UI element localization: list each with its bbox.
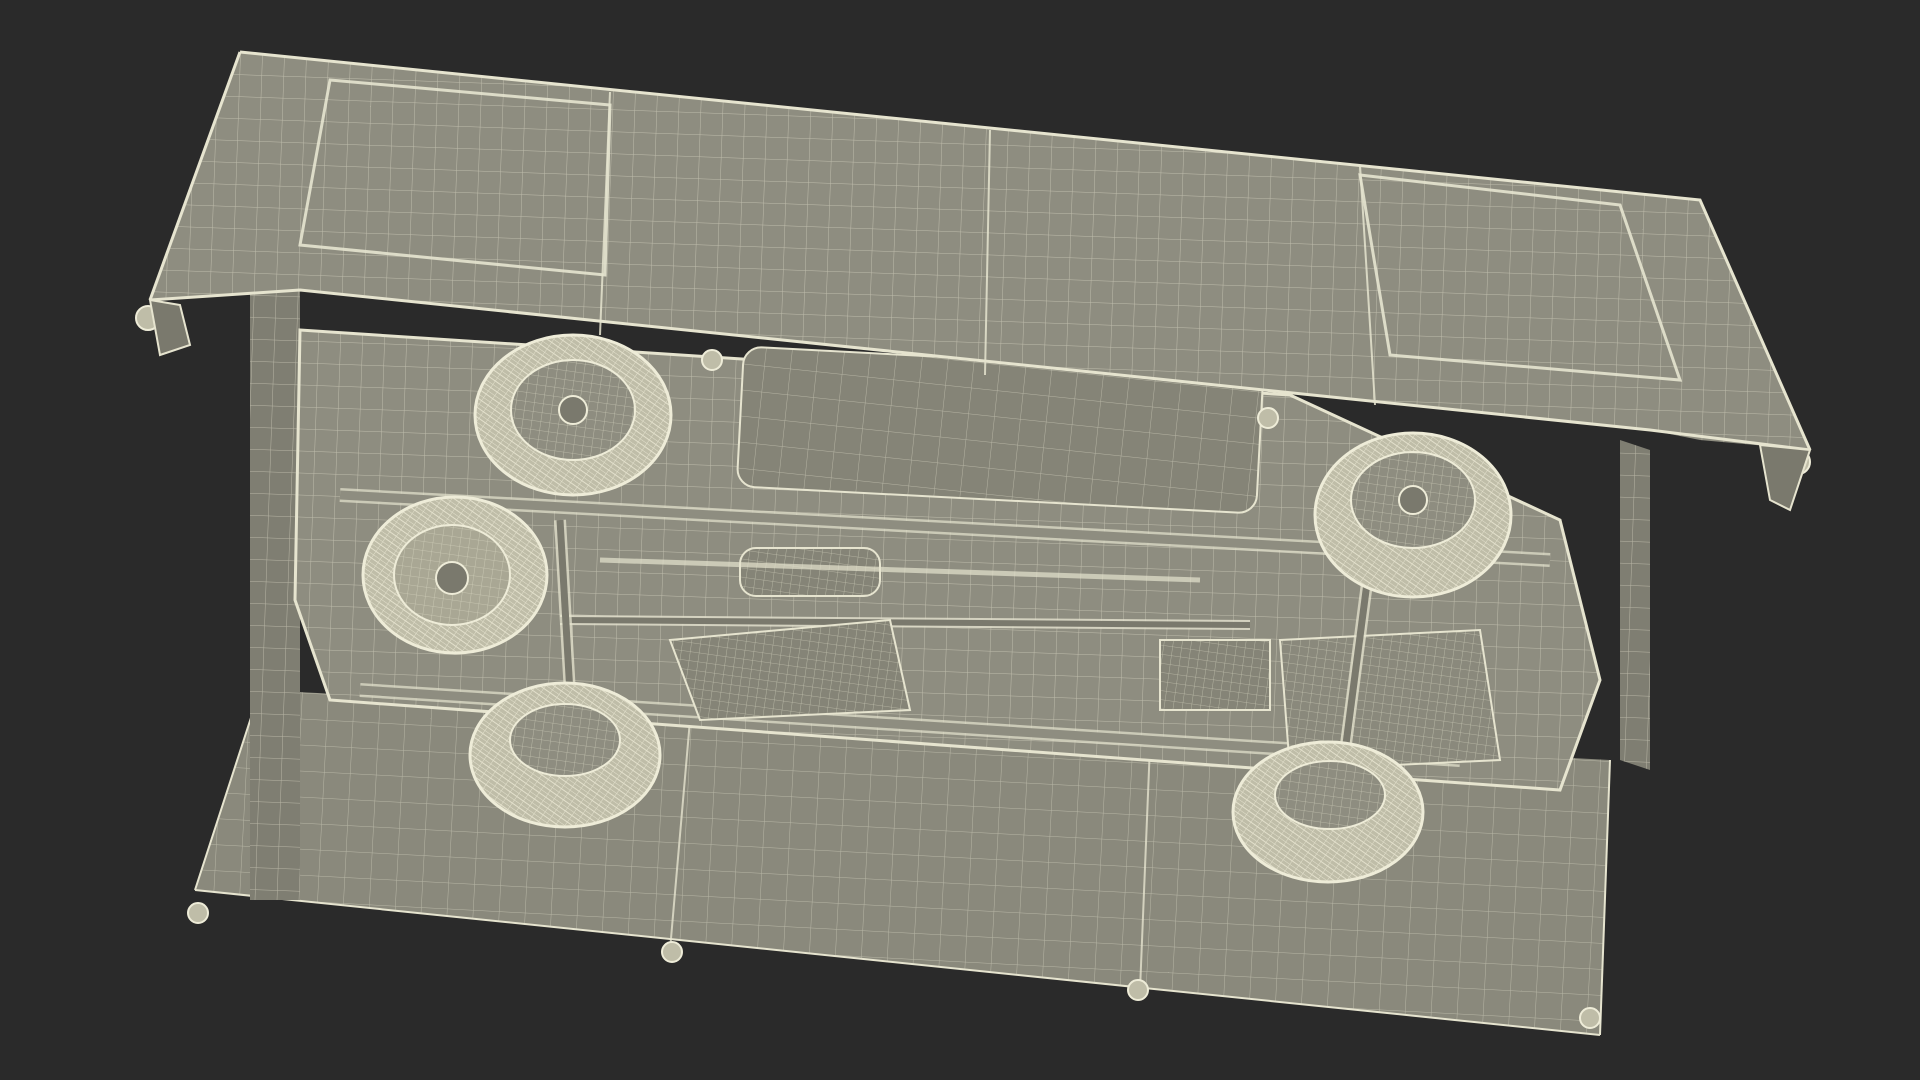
- spare-wheel: [361, 495, 549, 655]
- wireframe-render-canvas: [0, 0, 1920, 1080]
- front-top-wheel: [1313, 431, 1513, 599]
- rear-top-wheel: [473, 333, 673, 497]
- wireframe-render: [0, 0, 1920, 1080]
- front-bottom-wheel: [1231, 740, 1425, 884]
- rear-bottom-wheel: [468, 681, 662, 829]
